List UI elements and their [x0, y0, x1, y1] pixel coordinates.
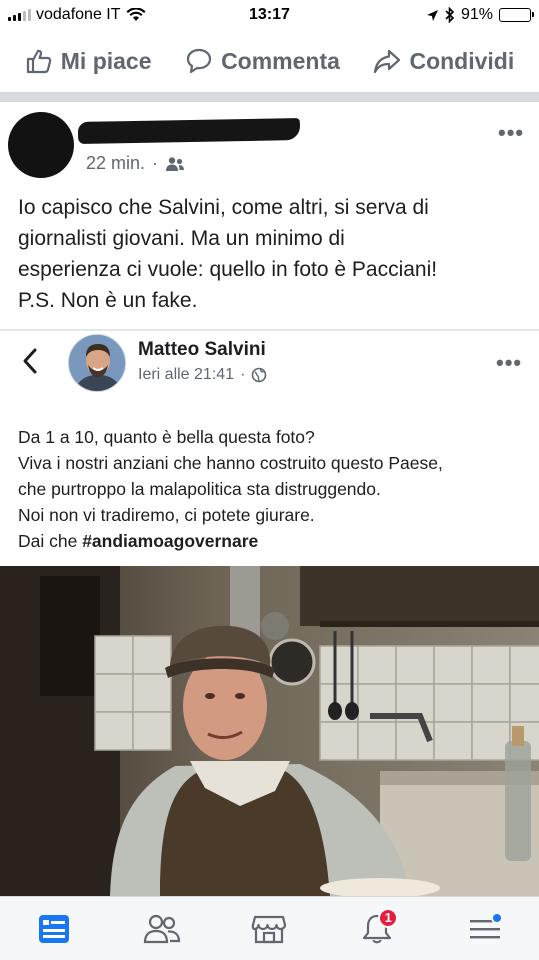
shared-post-body-text: Da 1 a 10, quanto è bella questa foto? V… — [18, 424, 528, 554]
photo-illustration — [0, 566, 539, 896]
avatar-portrait-icon — [69, 335, 125, 391]
status-bar: vodafone IT 13:17 91% — [0, 0, 539, 30]
nav-news-feed[interactable] — [29, 904, 79, 954]
news-feed-icon — [38, 914, 69, 943]
like-label: Mi piace — [60, 47, 152, 74]
redacted-avatar[interactable] — [8, 112, 74, 178]
shared-text-line-1: Da 1 a 10, quanto è bella questa foto? — [18, 427, 315, 447]
battery-icon — [499, 8, 534, 22]
author-avatar[interactable] — [68, 334, 126, 392]
shared-text-prefix: Dai che — [18, 531, 83, 551]
post-timestamp[interactable]: 22 min. — [86, 153, 145, 174]
post-more-options-icon[interactable]: ••• — [498, 120, 524, 146]
shared-text-line-4: Noi non vi tradiremo, ci potete giurare. — [18, 505, 315, 525]
shared-post-meta: Ieri alle 21:41 · — [138, 366, 267, 384]
menu-icon — [470, 912, 504, 938]
battery-percent: 91% — [460, 6, 493, 23]
post-action-bar: Mi piace Commenta Condividi — [0, 30, 539, 92]
bluetooth-icon — [445, 7, 455, 23]
bottom-navigation: 1 — [0, 896, 539, 960]
friends-audience-icon[interactable] — [165, 156, 185, 172]
share-label: Condividi — [409, 47, 515, 74]
shared-meta-separator: · — [240, 366, 246, 383]
like-button[interactable]: Mi piace — [25, 47, 152, 75]
globe-icon[interactable] — [251, 367, 267, 383]
redacted-author-name[interactable] — [77, 118, 301, 144]
shared-text-line-2: Viva i nostri anziani che hanno costruit… — [18, 453, 443, 473]
marketplace-icon — [252, 915, 287, 943]
share-arrow-icon — [374, 49, 401, 74]
status-bar-right: 91% — [426, 6, 534, 24]
shared-post-divider — [0, 329, 539, 331]
chevron-left-icon[interactable] — [20, 346, 40, 376]
post-meta: 22 min. · — [86, 153, 185, 174]
nav-notifications[interactable]: 1 — [352, 904, 402, 954]
notifications-badge: 1 — [378, 907, 399, 928]
comment-button[interactable]: Commenta — [185, 47, 340, 75]
section-divider — [0, 92, 539, 102]
comment-icon — [186, 48, 212, 74]
post-photo[interactable] — [0, 566, 539, 896]
shared-post-more-options-icon[interactable]: ••• — [496, 350, 522, 376]
meta-separator: · — [152, 153, 159, 173]
shared-author-name[interactable]: Matteo Salvini — [138, 339, 266, 361]
nav-marketplace[interactable] — [244, 904, 294, 954]
nav-menu[interactable] — [460, 904, 510, 954]
nav-friends[interactable] — [137, 904, 187, 954]
shared-timestamp[interactable]: Ieri alle 21:41 — [138, 366, 234, 384]
share-button[interactable]: Condividi — [373, 47, 514, 75]
thumbs-up-icon — [26, 49, 51, 74]
friends-icon — [143, 914, 180, 943]
shared-text-line-5: Dai che #andiamoagovernare — [18, 528, 528, 554]
comment-label: Commenta — [221, 47, 340, 74]
shared-text-line-3: che purtroppo la malapolitica sta distru… — [18, 479, 381, 499]
location-arrow-icon — [426, 9, 438, 21]
hashtag-link[interactable]: #andiamoagovernare — [82, 531, 258, 551]
post-body-text: Io capisco che Salvini, come altri, si s… — [18, 196, 438, 312]
